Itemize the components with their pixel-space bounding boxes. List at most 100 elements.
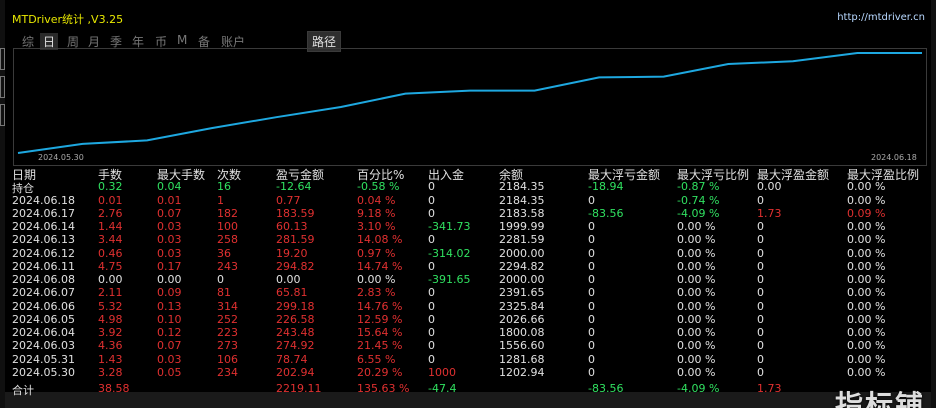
table-cell: 2024.06.08	[12, 273, 75, 286]
table-cell: 0.00 %	[847, 286, 886, 300]
table-cell: 0.10	[157, 312, 182, 326]
table-row: 2024.06.03 4.36 0.07 273 274.92 21.45 % 0 1556.…	[12, 339, 931, 353]
table-cell: 0.00 %	[847, 193, 886, 207]
table-row: 2024.06.14 1.44 0.03 100 60.13 3.10 % -341.73 1…	[12, 220, 931, 234]
table-cell: 294.82	[276, 259, 315, 273]
table-cell: 0	[428, 299, 435, 313]
holding-row: 持仓 0.32 0.04 16 -12.64 -0.58 % 0 2184.35 -18.94-…	[12, 180, 931, 195]
table-row: 2024.06.06 5.32 0.13 314 299.18 14.76 % 0 2325.…	[12, 300, 931, 314]
table-cell: 15.64 %	[357, 326, 403, 339]
table-cell: 2026.66	[499, 312, 545, 326]
table-cell: 2024.06.13	[12, 233, 75, 247]
table-cell: 1281.68	[499, 352, 545, 366]
table-cell: 1000	[428, 365, 456, 379]
table-cell: 258	[217, 233, 238, 247]
table-cell: 3.28	[98, 365, 123, 379]
table-cell: 0.00 %	[677, 259, 716, 273]
table-cell: 2000.00	[499, 273, 545, 286]
table-row: 2024.06.08 0.00 0.00 0 0.00 0.00 % -391.65 2000…	[12, 273, 931, 287]
table-cell: 0.00	[157, 273, 182, 286]
table-cell: 0.00 %	[677, 220, 716, 233]
table-cell: 0.00 %	[847, 326, 886, 339]
table-cell: 0.05	[157, 365, 182, 379]
table-cell: 234	[217, 365, 238, 379]
table-cell: 0.00 %	[677, 352, 716, 366]
table-cell: 0	[428, 193, 435, 207]
table-cell: 226.58	[276, 312, 315, 326]
website-link[interactable]: http://mtdriver.cn	[837, 12, 925, 23]
table-cell: 81	[217, 286, 231, 300]
table-cell: 0	[588, 352, 595, 366]
table-cell: 36	[217, 246, 231, 260]
table-cell: 0.46	[98, 246, 123, 260]
table-cell: -83.56	[588, 206, 624, 220]
table-cell: 1.73	[757, 382, 782, 395]
table-cell: 0.03	[157, 352, 182, 366]
table-cell: 2024.05.30	[12, 365, 75, 379]
table-cell: 0	[428, 312, 435, 326]
table-cell: 0.03	[157, 220, 182, 233]
table-cell: 2024.06.11	[12, 259, 75, 273]
table-cell: 60.13	[276, 220, 308, 233]
table-cell: 0.04	[157, 180, 182, 194]
table-cell: -47.4	[428, 382, 457, 395]
table-cell: 0	[757, 299, 764, 313]
app-title: MTDriver统计 ,V3.25	[12, 13, 124, 26]
table-row: 2024.05.30 3.28 0.05 234 202.94 20.29 % 1000 12…	[12, 366, 931, 380]
table-cell: 0	[757, 352, 764, 366]
table-cell: 2391.65	[499, 286, 545, 300]
total-row: 合计 38.58 2219.11 135.63 % -47.4 -83.56 -4.09 %…	[12, 381, 931, 397]
stats-panel: MTDriver统计 ,V3.25 http://mtdriver.cn 路径 …	[5, 0, 931, 408]
table-row: 2024.06.11 4.75 0.17 243 294.82 14.74 % 0 2294.…	[12, 260, 931, 274]
table-cell: 0	[588, 273, 595, 286]
table-cell: 21.45 %	[357, 339, 403, 353]
table-cell: -341.73	[428, 220, 471, 233]
table-cell: 2024.06.05	[12, 312, 75, 326]
table-cell: -391.65	[428, 273, 471, 286]
table-cell: 183.59	[276, 206, 315, 220]
table-cell: 14.76 %	[357, 299, 403, 313]
table-cell: 0.00	[98, 273, 123, 286]
table-cell: 16	[217, 180, 231, 194]
table-cell: 0.09	[157, 286, 182, 300]
table-cell: 182	[217, 206, 238, 220]
table-cell: -0.58 %	[357, 180, 400, 194]
equity-chart	[13, 48, 927, 166]
table-cell: 0.01	[98, 193, 123, 207]
table-cell: 0.17	[157, 259, 182, 273]
table-cell: -0.87 %	[677, 180, 720, 194]
right-edge-strip	[931, 0, 936, 408]
table-cell: 0	[757, 273, 764, 286]
table-cell: 0	[757, 233, 764, 247]
table-cell: 6.55 %	[357, 352, 396, 366]
table-cell: 4.36	[98, 339, 123, 353]
table-cell: -12.64	[276, 180, 312, 194]
table-cell: 38.58	[98, 382, 130, 395]
table-cell: 1.43	[98, 352, 123, 366]
table-cell: 0.00 %	[677, 365, 716, 379]
table-cell: -83.56	[588, 382, 624, 395]
table-cell: 0	[588, 365, 595, 379]
table-row: 2024.06.18 0.01 0.01 1 0.77 0.04 % 0 2184.35 0 -0…	[12, 194, 931, 208]
table-row: 2024.05.31 1.43 0.03 106 78.74 6.55 % 0 1281.68…	[12, 353, 931, 367]
table-cell: -18.94	[588, 180, 624, 194]
table-cell: 0	[757, 312, 764, 326]
table-cell: 3.92	[98, 326, 123, 339]
table-cell: 1.44	[98, 220, 123, 233]
table-cell: 2024.06.12	[12, 246, 75, 260]
table-cell: 1202.94	[499, 365, 545, 379]
table-cell: 0	[217, 273, 224, 286]
table-cell: 0	[428, 233, 435, 247]
table-cell: 0	[428, 206, 435, 220]
table-cell: -4.09 %	[677, 206, 720, 220]
table-cell: 0	[588, 259, 595, 273]
period-tab[interactable]: M	[177, 33, 187, 47]
title-bar: MTDriver统计 ,V3.25 http://mtdriver.cn	[5, 8, 931, 28]
table-row: 2024.06.05 4.98 0.10 252 226.58 12.59 % 0 2026.…	[12, 313, 931, 327]
table-cell: 100	[217, 220, 238, 233]
table-cell: 1.73	[757, 206, 782, 220]
table-cell: 0.00 %	[677, 273, 716, 286]
table-cell: 0.00 %	[847, 233, 886, 247]
table-cell: 20.29 %	[357, 365, 403, 379]
table-cell: 2024.06.03	[12, 339, 75, 353]
